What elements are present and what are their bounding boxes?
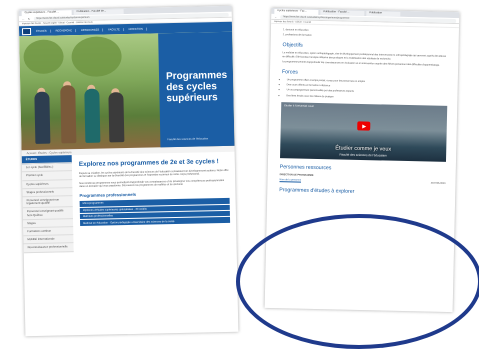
nav-item[interactable]: FACULTÉ [105, 27, 124, 31]
intro-paragraph: Nos nombreux programmes vous permettent … [79, 178, 225, 188]
hero-banner: Programmes des cycles supérieurs Faculté… [19, 31, 235, 151]
nav-item[interactable]: ÉTUDES [33, 29, 51, 33]
highlight-ellipse [236, 214, 479, 349]
tree-shape [23, 39, 64, 75]
university-logo-icon[interactable] [21, 27, 32, 35]
back-icon[interactable]: ← [22, 17, 25, 21]
tree-shape [71, 36, 123, 78]
student-figure [60, 85, 77, 144]
section-heading-objectifs: Objectifs [282, 42, 303, 50]
back-icon[interactable]: ← [274, 14, 277, 18]
play-icon[interactable] [357, 121, 371, 131]
forces-list: Un programme offert à temps partiel, con… [281, 78, 447, 101]
hero-title: Programmes des cycles supérieurs [165, 69, 228, 105]
section-heading-forces: Forces [281, 69, 298, 76]
sidebar: ÉTUDES 1er cycle (bac/Bidisc.) Premier c… [21, 155, 74, 253]
programs-heading: Programmes professionnels [79, 192, 137, 199]
content-column: Explorez nos programmes de 2e et 3e cycl… [72, 152, 237, 252]
student-figure [34, 91, 51, 144]
hero-panel: Programmes des cycles supérieurs Faculté… [158, 31, 235, 148]
resources-heading: Personnes ressources [279, 163, 332, 172]
student-figure [84, 88, 101, 143]
reload-icon[interactable]: ↻ [28, 17, 31, 21]
browser-tab[interactable]: Publication [366, 11, 401, 17]
nav-item[interactable]: DIRECTION [125, 27, 147, 31]
left-page-screenshot: Cycles supérieurs - Faculté… Publication… [18, 5, 239, 337]
page-title: Explorez nos programmes de 2e et 3e cycl… [78, 158, 219, 169]
program-content: 1. doctorat en éducation 2. professions … [267, 24, 459, 197]
sidebar-item[interactable]: Reconnaissance professionnelle [23, 243, 74, 253]
browser-tab[interactable]: Cycles supérieurs - Fac… [274, 8, 319, 15]
resource-phone: 418 656-0000 [430, 181, 446, 185]
explore-heading: Programmes d'études à explorer [279, 187, 355, 195]
video-player[interactable]: Étudier à l'Université Laval Étudier com… [280, 101, 448, 162]
intro-paragraph: Depuis sa création, les cycles supérieur… [79, 168, 229, 179]
program-list: Microprogrammes Diplômes d'études supéri… [79, 198, 231, 226]
resource-name-link[interactable]: Nom de la personne [279, 178, 301, 181]
hero-subtitle: Faculté des sciences de l'éducation [167, 137, 209, 142]
student-figure [108, 92, 125, 143]
browser-tab[interactable]: Publication - Faculté… [320, 10, 365, 17]
nav-item[interactable]: RECHERCHE [52, 28, 77, 33]
video-title: Étudier à l'Université Laval [284, 104, 314, 108]
nav-item[interactable]: RESSOURCES [77, 27, 104, 32]
main-area: ÉTUDES 1er cycle (bac/Bidisc.) Premier c… [21, 152, 237, 253]
